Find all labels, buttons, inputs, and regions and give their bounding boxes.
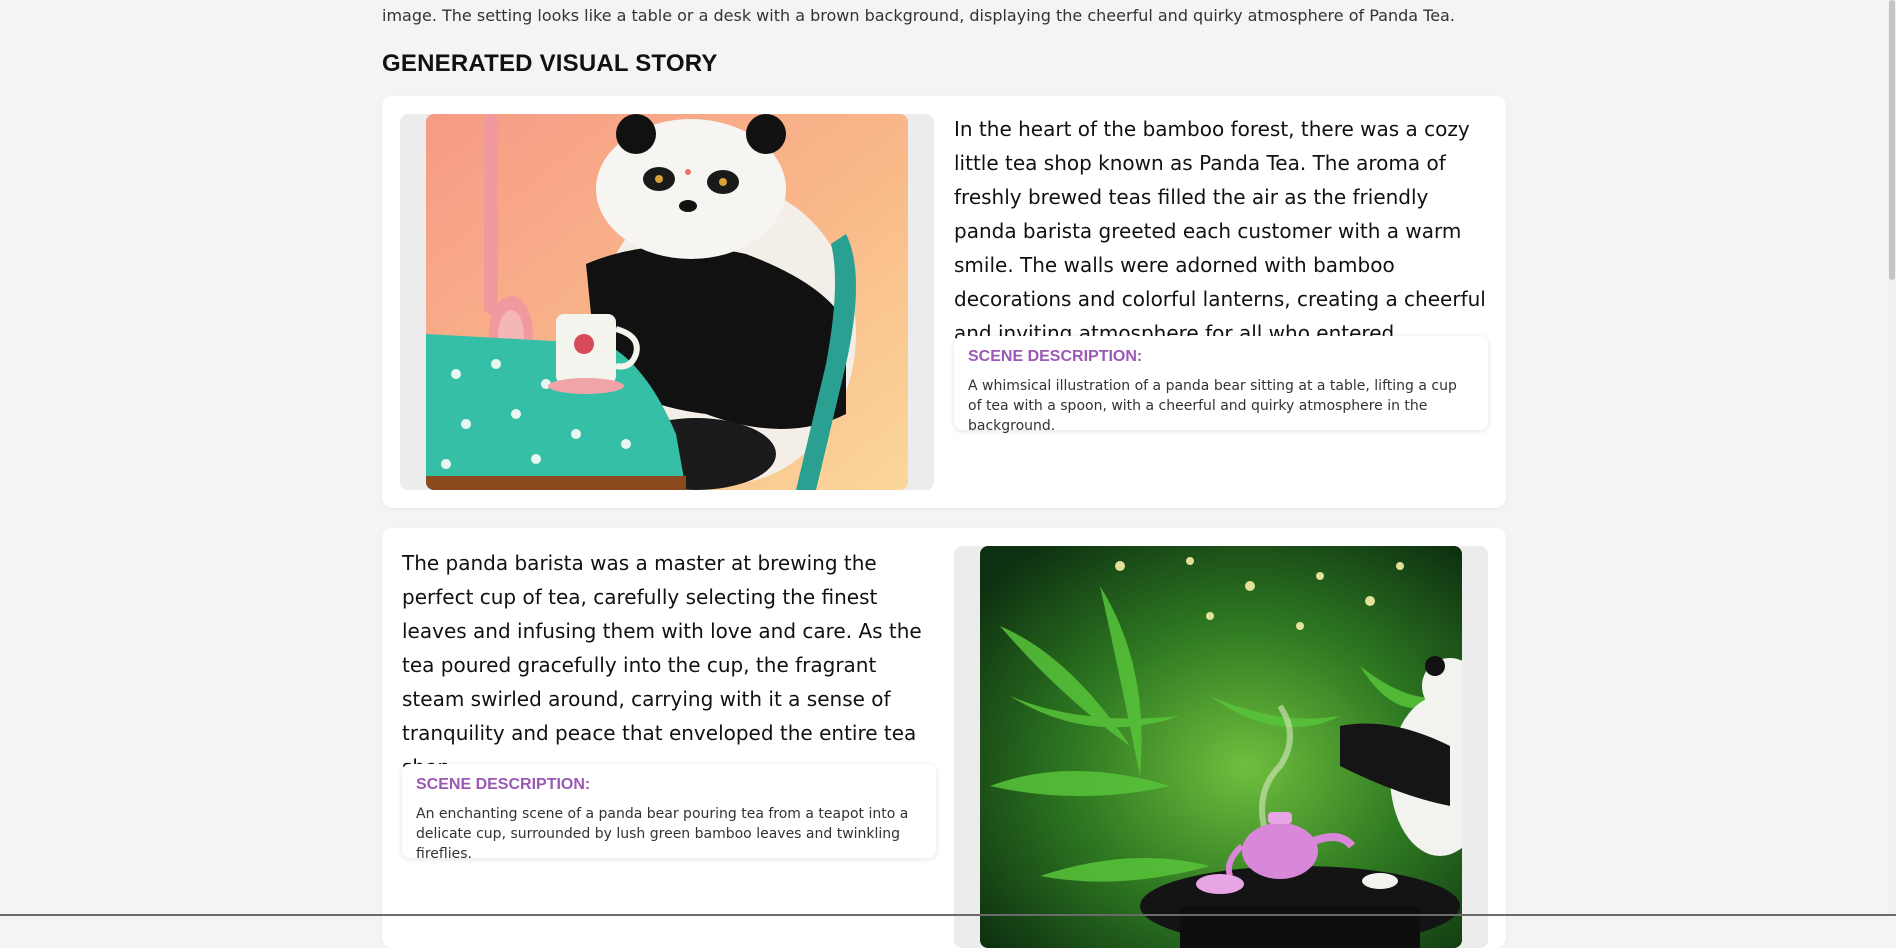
scene-image bbox=[980, 546, 1462, 948]
story-content: image. The setting looks like a table or… bbox=[382, 0, 1506, 948]
story-paragraph: In the heart of the bamboo forest, there… bbox=[954, 117, 1486, 345]
panda-tea-illustration bbox=[426, 114, 908, 490]
story-paragraph: The panda barista was a master at brewin… bbox=[402, 551, 922, 779]
story-scene-card: The panda barista was a master at brewin… bbox=[382, 528, 1506, 948]
scene-image bbox=[426, 114, 908, 490]
page-scrollbar[interactable] bbox=[1888, 0, 1896, 916]
scene-description-box: SCENE DESCRIPTION: A whimsical illustrat… bbox=[954, 336, 1488, 434]
panda-bamboo-illustration bbox=[980, 546, 1462, 948]
section-title: GENERATED VISUAL STORY bbox=[382, 50, 718, 77]
scene-description-label: SCENE DESCRIPTION: bbox=[416, 776, 591, 793]
image-description-text: image. The setting looks like a table or… bbox=[382, 6, 1455, 25]
scrollbar-thumb[interactable] bbox=[1889, 0, 1895, 280]
story-scene-card: In the heart of the bamboo forest, there… bbox=[382, 96, 1506, 508]
scene-description-box: SCENE DESCRIPTION: An enchanting scene o… bbox=[402, 764, 936, 862]
scene-description-text: An enchanting scene of a panda bear pour… bbox=[416, 806, 909, 862]
scene-description-label: SCENE DESCRIPTION: bbox=[968, 348, 1143, 365]
scene-description-text: A whimsical illustration of a panda bear… bbox=[968, 378, 1457, 434]
